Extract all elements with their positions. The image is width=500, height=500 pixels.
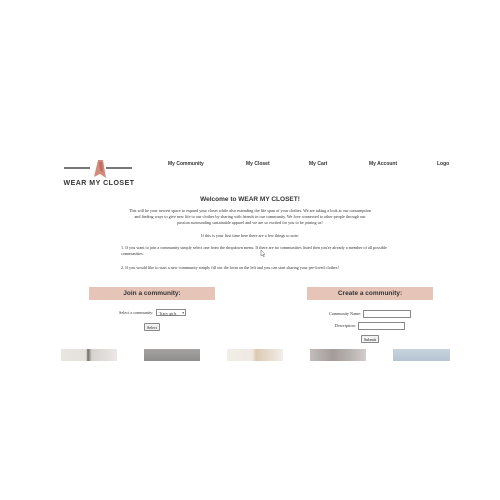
first-time-note: If this is your first time here there ar… — [201, 233, 299, 238]
community-select-value: Tracy girls — [159, 311, 177, 316]
tip-join-community: 1. If you want to join a community simpl… — [121, 245, 387, 257]
brand-logo[interactable]: WEAR MY CLOSET — [62, 160, 136, 192]
nav-my-account[interactable]: My Account — [369, 161, 397, 167]
create-community-heading: Create a community: — [307, 287, 433, 300]
chevron-down-icon: ▾ — [182, 311, 184, 315]
mouse-cursor-icon — [260, 250, 266, 257]
tip-create-community: 2. If you would like to start a new comm… — [121, 265, 339, 270]
community-name-label: Community Name: — [329, 311, 362, 316]
brand-name: WEAR MY CLOSET — [63, 180, 135, 187]
community-name-input[interactable] — [363, 310, 411, 318]
community-select[interactable]: Tracy girls ▾ — [156, 309, 186, 316]
join-community-heading: Join a community: — [89, 287, 215, 300]
logo-rail-right — [106, 167, 132, 169]
select-button[interactable]: Select — [144, 323, 160, 331]
nav-my-cart[interactable]: My Cart — [309, 161, 327, 167]
community-image-4[interactable] — [310, 349, 366, 361]
nav-my-community[interactable]: My Community — [168, 161, 204, 167]
logo-rail-left — [64, 167, 90, 169]
top-navigation: WEAR MY CLOSET My Community My Closet My… — [0, 150, 500, 192]
description-input[interactable] — [358, 322, 405, 330]
description-label: Description: — [335, 323, 356, 328]
community-image-5[interactable] — [393, 349, 450, 361]
nav-my-closet[interactable]: My Closet — [246, 161, 270, 167]
page-title: Welcome to WEAR MY CLOSET! — [200, 196, 300, 203]
hanger-icon — [94, 160, 106, 178]
select-community-label: Select a community: — [119, 310, 154, 315]
nav-logo[interactable]: Logo — [437, 161, 449, 167]
community-image-1[interactable] — [61, 349, 117, 361]
submit-button[interactable]: Submit — [361, 335, 379, 343]
intro-paragraph: This will be your newest space to expand… — [128, 208, 372, 226]
community-image-2[interactable] — [144, 349, 200, 361]
community-image-3[interactable] — [227, 349, 283, 361]
